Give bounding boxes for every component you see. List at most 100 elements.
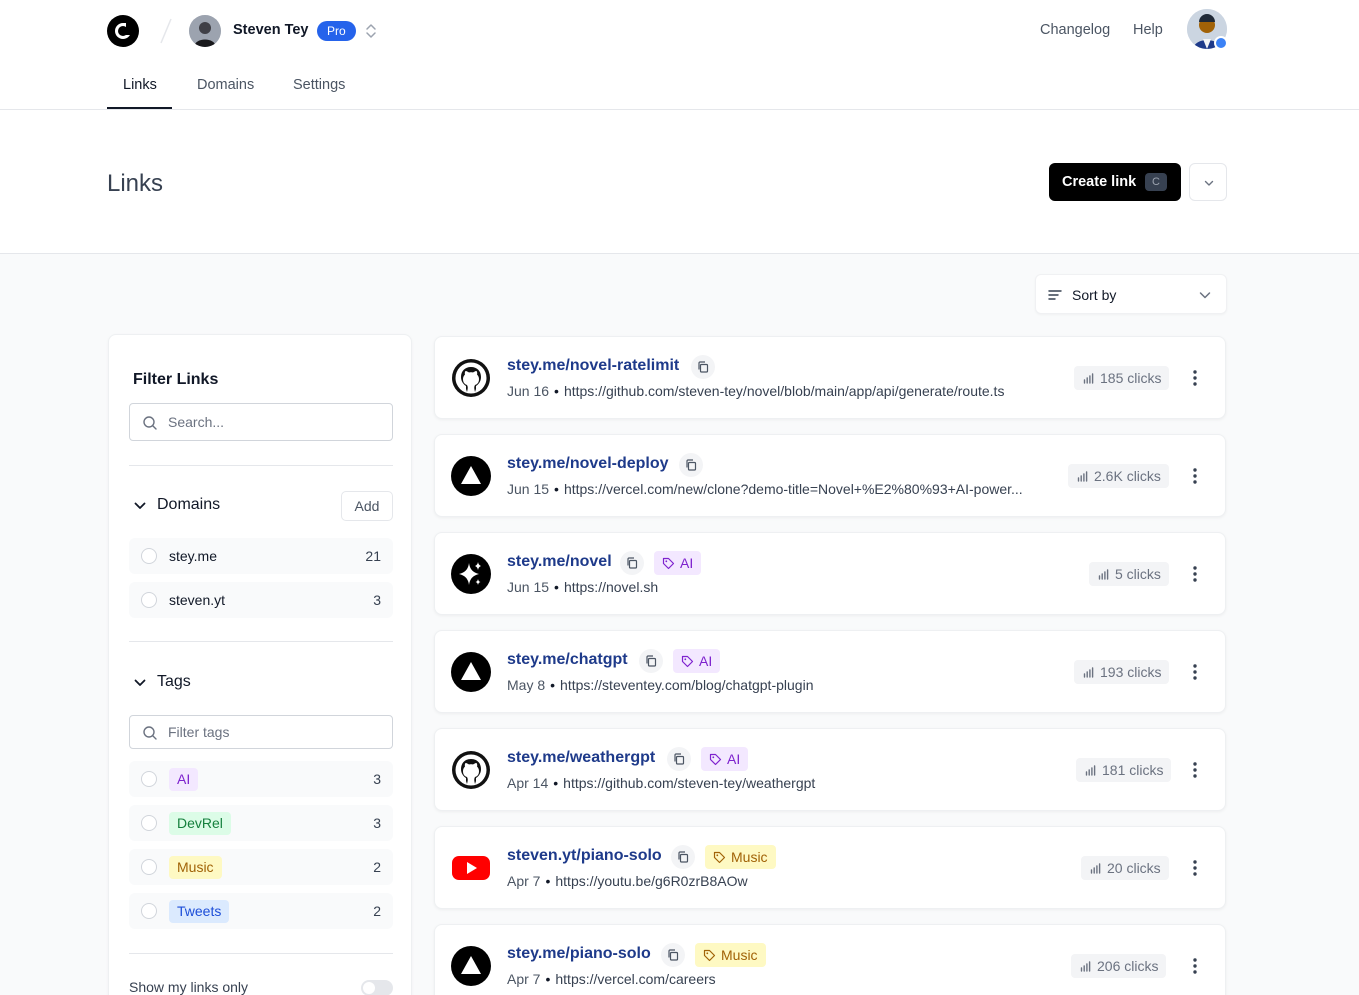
link-date: Jun 15 (507, 481, 550, 497)
dub-logo-icon[interactable] (107, 15, 139, 47)
link-tag-label: Music (721, 947, 758, 963)
destination-url[interactable]: https://youtu.be/g6R0zrB8AOw (555, 873, 747, 889)
sort-by-dropdown[interactable]: Sort by (1035, 274, 1227, 314)
tags-section-toggle[interactable]: Tags (129, 668, 393, 698)
link-card[interactable]: stey.me/piano-solo Music Apr 7 • https://v… (434, 924, 1226, 995)
link-tag[interactable]: Music (695, 943, 766, 967)
short-link[interactable]: stey.me/novel-deploy (507, 455, 669, 473)
link-tag[interactable]: AI (654, 551, 702, 575)
tag-radio[interactable] (141, 859, 157, 875)
more-vertical-icon[interactable] (1187, 758, 1203, 782)
short-link[interactable]: stey.me/novel (507, 553, 612, 571)
clicks-badge[interactable]: 185 clicks (1074, 366, 1170, 390)
tags-filter-input[interactable] (168, 716, 388, 748)
domain-filter-item[interactable]: stey.me 21 (129, 538, 393, 574)
copy-button[interactable] (667, 747, 691, 771)
create-link-button[interactable]: Create link C (1049, 163, 1181, 201)
short-link[interactable]: stey.me/chatgpt (507, 651, 628, 669)
github-icon (452, 751, 490, 789)
active-tab-indicator (107, 107, 172, 109)
copy-button[interactable] (620, 551, 644, 575)
destination-url[interactable]: https://steventey.com/blog/chatgpt-plugi… (560, 677, 813, 693)
more-vertical-icon[interactable] (1187, 856, 1203, 880)
sort-by-label: Sort by (1072, 287, 1117, 303)
tag-radio[interactable] (141, 903, 157, 919)
tag-filter-item[interactable]: Music 2 (129, 849, 393, 885)
destination-url[interactable]: https://vercel.com/careers (555, 971, 715, 987)
changelog-link[interactable]: Changelog (1040, 22, 1110, 38)
copy-button[interactable] (639, 649, 663, 673)
add-domain-button[interactable]: Add (341, 491, 393, 521)
copy-button[interactable] (661, 943, 685, 967)
tab-links[interactable]: Links (123, 77, 157, 93)
workspace-name[interactable]: Steven Tey (233, 22, 309, 38)
domain-count: 21 (365, 548, 381, 564)
more-vertical-icon[interactable] (1187, 562, 1203, 586)
tab-domains[interactable]: Domains (197, 77, 254, 93)
link-card[interactable]: steven.yt/piano-solo Music Apr 7 • https:/… (434, 826, 1226, 909)
workspace-avatar[interactable] (189, 15, 221, 47)
copy-button[interactable] (671, 845, 695, 869)
link-tag[interactable]: Music (705, 845, 776, 869)
short-link[interactable]: stey.me/novel-ratelimit (507, 357, 679, 375)
chevron-down-icon (134, 679, 146, 686)
chevron-down-icon (134, 502, 146, 509)
create-link-label: Create link (1062, 174, 1137, 190)
link-card[interactable]: stey.me/weathergpt AI Apr 14 • https://git… (434, 728, 1226, 811)
clicks-badge[interactable]: 5 clicks (1089, 562, 1169, 586)
more-vertical-icon[interactable] (1187, 660, 1203, 684)
help-link[interactable]: Help (1133, 22, 1163, 38)
clicks-count: 20 clicks (1107, 860, 1161, 876)
more-vertical-icon[interactable] (1187, 366, 1203, 390)
copy-icon (698, 361, 709, 373)
domain-filter-item[interactable]: steven.yt 3 (129, 582, 393, 618)
short-link[interactable]: steven.yt/piano-solo (507, 847, 662, 865)
more-vertical-icon[interactable] (1187, 464, 1203, 488)
destination-url[interactable]: https://vercel.com/new/clone?demo-title=… (564, 481, 1023, 497)
tag-label-devrel: DevRel (169, 812, 231, 835)
chevron-up-down-icon[interactable] (363, 21, 379, 41)
tag-radio[interactable] (141, 815, 157, 831)
tag-filter-item[interactable]: AI 3 (129, 761, 393, 797)
tag-filter-item[interactable]: DevRel 3 (129, 805, 393, 841)
breadcrumb-divider-icon (160, 18, 172, 44)
link-card[interactable]: stey.me/novel AI Jun 15 • https://novel.sh… (434, 532, 1226, 615)
clicks-badge[interactable]: 206 clicks (1071, 954, 1167, 978)
clicks-badge[interactable]: 2.6K clicks (1068, 464, 1169, 488)
copy-button[interactable] (691, 355, 715, 379)
link-card[interactable]: stey.me/novel-deploy Jun 15 • https://verc… (434, 434, 1226, 517)
clicks-badge[interactable]: 181 clicks (1076, 758, 1172, 782)
link-tag[interactable]: AI (673, 649, 721, 673)
short-link[interactable]: stey.me/weathergpt (507, 749, 655, 767)
clicks-count: 185 clicks (1100, 370, 1162, 386)
copy-button[interactable] (679, 453, 703, 477)
clicks-badge[interactable]: 20 clicks (1081, 856, 1169, 880)
destination-url[interactable]: https://novel.sh (564, 579, 658, 595)
link-tag[interactable]: AI (701, 747, 749, 771)
link-card[interactable]: stey.me/chatgpt AI May 8 • https://stevent… (434, 630, 1226, 713)
short-link[interactable]: stey.me/piano-solo (507, 945, 651, 963)
tag-filter-item[interactable]: Tweets 2 (129, 893, 393, 929)
search-field[interactable] (129, 403, 393, 441)
domain-radio[interactable] (141, 592, 157, 608)
domain-radio[interactable] (141, 548, 157, 564)
tag-icon (709, 753, 722, 766)
bar-chart-icon (1085, 765, 1096, 776)
destination-url[interactable]: https://github.com/steven-tey/weathergpt (563, 775, 815, 791)
destination-url[interactable]: https://github.com/steven-tey/novel/blob… (564, 383, 1005, 399)
youtube-icon (452, 856, 490, 880)
search-input[interactable] (168, 404, 388, 440)
clicks-badge[interactable]: 193 clicks (1074, 660, 1170, 684)
more-vertical-icon[interactable] (1187, 954, 1203, 978)
keyboard-shortcut: C (1145, 173, 1167, 191)
tab-settings[interactable]: Settings (293, 77, 345, 93)
clicks-count: 206 clicks (1097, 958, 1159, 974)
link-card[interactable]: stey.me/novel-ratelimit Jun 16 • https://g… (434, 336, 1226, 419)
tags-heading: Tags (157, 673, 191, 690)
tag-radio[interactable] (141, 771, 157, 787)
more-options-button[interactable] (1189, 163, 1227, 201)
show-my-links-toggle[interactable] (361, 980, 393, 995)
tags-filter-field[interactable] (129, 715, 393, 749)
copy-icon (678, 851, 689, 863)
link-meta: Apr 14 • https://github.com/steven-tey/wea… (507, 775, 815, 791)
